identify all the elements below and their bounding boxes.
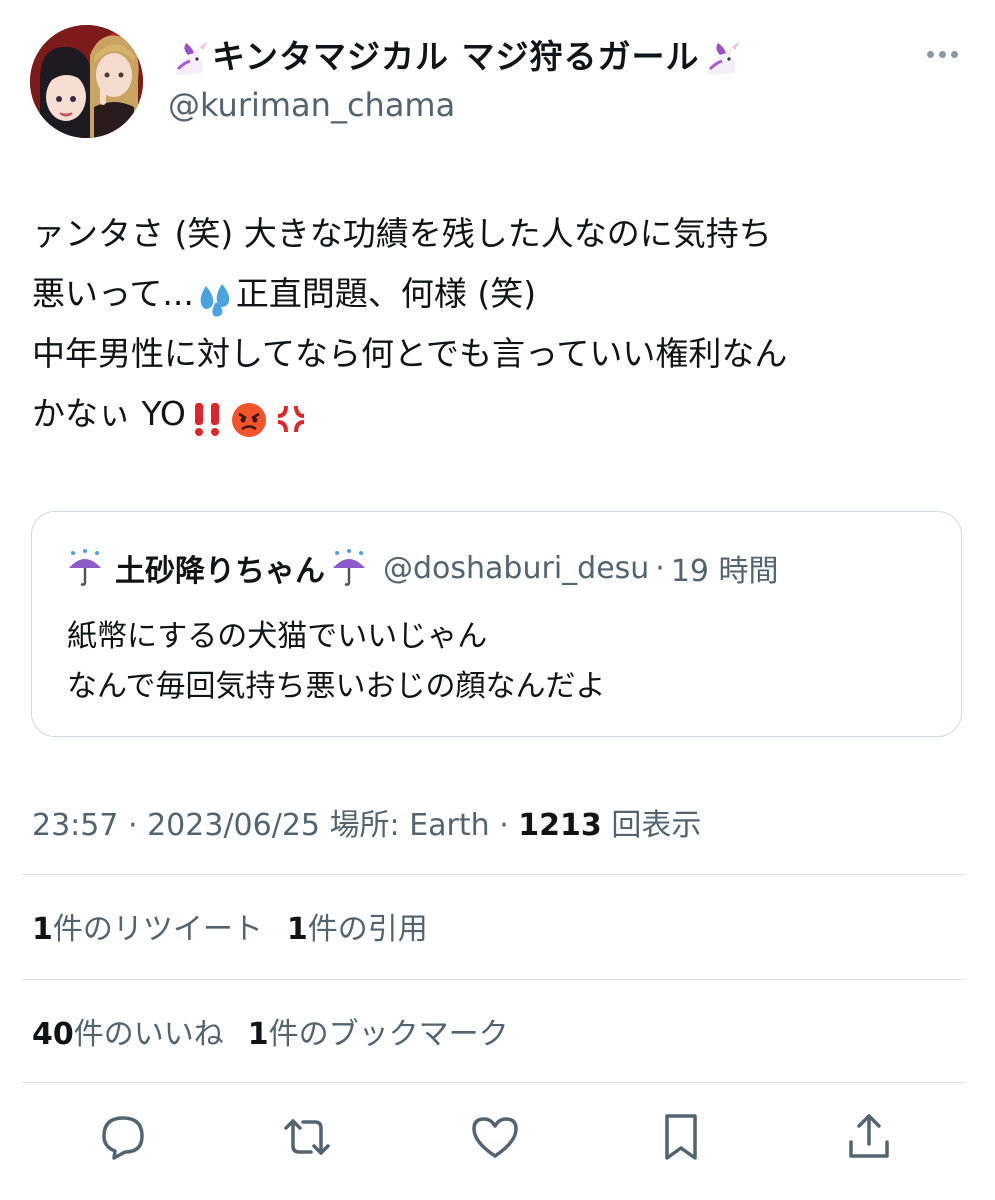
- quotes-stat[interactable]: 1件の引用: [287, 912, 428, 947]
- views-count: 1213: [518, 808, 602, 843]
- separator-dot: ·: [499, 808, 519, 843]
- display-name[interactable]: キンタマジカル マジ狩るガール: [168, 33, 744, 81]
- tweet-line: ァンタさ (笑) 大きな功績を残した人なのに気持ち: [32, 214, 772, 253]
- tweet-meta: 23:57 · 2023/06/25 場所: Earth · 1213 回表示: [32, 800, 701, 844]
- quote-tweet[interactable]: 土砂降りちゃん @doshaburi_desu · 19 時間 紙幣にするの犬猫…: [31, 511, 962, 737]
- display-name-text: キンタマジカル マジ狩るガール: [212, 37, 700, 76]
- likes-label: 件のいいね: [73, 1017, 224, 1052]
- retweet-icon[interactable]: [280, 1110, 334, 1164]
- likes-stat[interactable]: 40件のいいね: [32, 1017, 224, 1052]
- stats-row-likes: 40件のいいね 1件のブックマーク: [32, 1009, 509, 1053]
- tweet-line: 正直問題、何様 (笑): [235, 274, 537, 313]
- unicorn-emoji-icon: [170, 39, 210, 79]
- views-label: 回表示: [611, 808, 702, 843]
- action-bar: [0, 1110, 995, 1170]
- angry-face-emoji-icon: [230, 397, 268, 437]
- bookmarks-count: 1: [247, 1017, 269, 1052]
- bookmark-icon[interactable]: [654, 1110, 708, 1164]
- umbrella-rain-emoji-icon: [65, 548, 105, 588]
- bookmarks-stat[interactable]: 1件のブックマーク: [248, 1017, 509, 1052]
- retweets-label: 件のリツイート: [52, 912, 263, 947]
- divider: [22, 874, 965, 875]
- stats-row-retweets: 1件のリツイート 1件の引用: [32, 904, 428, 948]
- retweets-count: 1: [32, 912, 53, 947]
- more-icon[interactable]: [927, 51, 958, 58]
- divider: [22, 1082, 965, 1083]
- bookmarks-label: 件のブックマーク: [268, 1017, 509, 1052]
- quotes-label: 件の引用: [307, 912, 428, 947]
- quote-handle: @doshaburi_desu: [383, 550, 650, 586]
- quote-line: 紙幣にするの犬猫でいいじゃん: [67, 619, 488, 654]
- reply-icon[interactable]: [96, 1110, 150, 1164]
- separator-dot: ·: [128, 808, 148, 843]
- tweet-line: 悪いって...: [32, 274, 194, 313]
- share-icon[interactable]: [842, 1110, 896, 1164]
- divider: [22, 979, 965, 980]
- quote-text: 紙幣にするの犬猫でいいじゃん なんで毎回気持ち悪いおじの顔なんだよ: [67, 612, 606, 712]
- like-icon[interactable]: [468, 1110, 522, 1164]
- quote-time: 19 時間: [670, 554, 779, 589]
- tweet-time[interactable]: 23:57: [32, 808, 118, 843]
- quote-line: なんで毎回気持ち悪いおじの顔なんだよ: [67, 669, 606, 704]
- tweet-header: キンタマジカル マジ狩るガール @kuriman_chama: [30, 25, 970, 140]
- separator-dot: ·: [655, 550, 665, 586]
- tweet-line: 中年男性に対してなら何とでも言っていい権利なん: [32, 334, 788, 373]
- avatar[interactable]: [30, 25, 143, 138]
- tweet-line: かなぃ YO: [32, 394, 186, 433]
- quotes-count: 1: [286, 912, 308, 947]
- umbrella-rain-emoji-icon: [329, 548, 369, 588]
- likes-count: 40: [32, 1017, 74, 1052]
- tweet-location: 場所: Earth: [329, 808, 490, 843]
- anger-symbol-emoji-icon: [272, 397, 310, 435]
- user-handle[interactable]: @kuriman_chama: [168, 85, 744, 125]
- tweet-date[interactable]: 2023/06/25: [147, 808, 320, 843]
- quote-display-name: 土砂降りちゃん: [115, 554, 325, 589]
- retweets-stat[interactable]: 1件のリツイート: [32, 912, 263, 947]
- sweat-droplets-emoji-icon: [196, 277, 234, 317]
- tweet-text: ァンタさ (笑) 大きな功績を残した人なのに気持ち 悪いって... 正直問題、何…: [32, 204, 967, 444]
- double-exclamation-emoji-icon: [188, 397, 226, 436]
- unicorn-emoji-icon: [702, 39, 742, 79]
